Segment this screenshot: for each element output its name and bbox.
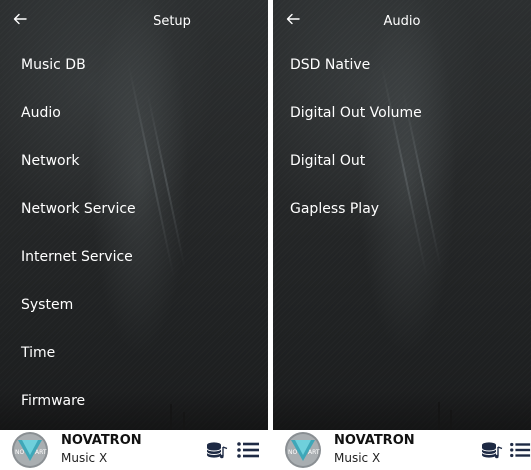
page-title: Audio xyxy=(383,14,421,29)
screen-background: Audio DSD Native Digital Out Volume Digi… xyxy=(273,0,531,430)
player-footer[interactable]: NO ART NOVATRON Music X xyxy=(273,430,531,470)
brand-name: NOVATRON xyxy=(61,433,142,448)
menu-item-dsd-native[interactable]: DSD Native xyxy=(273,44,531,92)
menu-item-music-db[interactable]: Music DB xyxy=(0,44,268,92)
novatron-logo-icon: NO ART xyxy=(8,431,52,469)
page-title: Setup xyxy=(153,14,191,29)
background-trees xyxy=(273,390,531,430)
logo-text-left: NO xyxy=(15,449,24,456)
brand-name: NOVATRON xyxy=(334,433,415,448)
screen-background: Setup Music DB Audio Network Network Ser… xyxy=(0,0,268,430)
menu-item-firmware[interactable]: Firmware xyxy=(0,380,268,428)
menu-item-time[interactable]: Time xyxy=(0,332,268,380)
database-music-icon[interactable] xyxy=(206,441,228,461)
list-menu-icon[interactable] xyxy=(509,440,531,460)
setup-screen: Setup Music DB Audio Network Network Ser… xyxy=(0,0,268,470)
setup-menu: Music DB Audio Network Network Service I… xyxy=(0,44,268,428)
database-music-icon[interactable] xyxy=(481,441,503,461)
background-tree xyxy=(438,402,440,430)
back-arrow-icon[interactable] xyxy=(12,11,32,31)
menu-item-network[interactable]: Network xyxy=(0,140,268,188)
model-name: Music X xyxy=(334,451,381,465)
novatron-logo-icon: NO ART xyxy=(281,431,325,469)
menu-item-audio[interactable]: Audio xyxy=(0,92,268,140)
menu-item-digital-out-volume[interactable]: Digital Out Volume xyxy=(273,92,531,140)
screen-header: Setup xyxy=(0,0,268,44)
menu-item-internet-service[interactable]: Internet Service xyxy=(0,236,268,284)
menu-item-system[interactable]: System xyxy=(0,284,268,332)
logo-text-left: NO xyxy=(288,449,297,456)
screen-header: Audio xyxy=(273,0,531,44)
menu-item-digital-out[interactable]: Digital Out xyxy=(273,140,531,188)
logo-text-right: ART xyxy=(308,449,320,456)
list-menu-icon[interactable] xyxy=(236,440,260,460)
player-footer[interactable]: NO ART NOVATRON Music X xyxy=(0,430,268,470)
audio-screen: Audio DSD Native Digital Out Volume Digi… xyxy=(273,0,531,470)
menu-item-network-service[interactable]: Network Service xyxy=(0,188,268,236)
background-tree xyxy=(450,410,452,430)
audio-menu: DSD Native Digital Out Volume Digital Ou… xyxy=(273,44,531,236)
model-name: Music X xyxy=(61,451,108,465)
app-root: Setup Music DB Audio Network Network Ser… xyxy=(0,0,531,470)
logo-text-right: ART xyxy=(35,449,47,456)
menu-item-gapless-play[interactable]: Gapless Play xyxy=(273,188,531,236)
